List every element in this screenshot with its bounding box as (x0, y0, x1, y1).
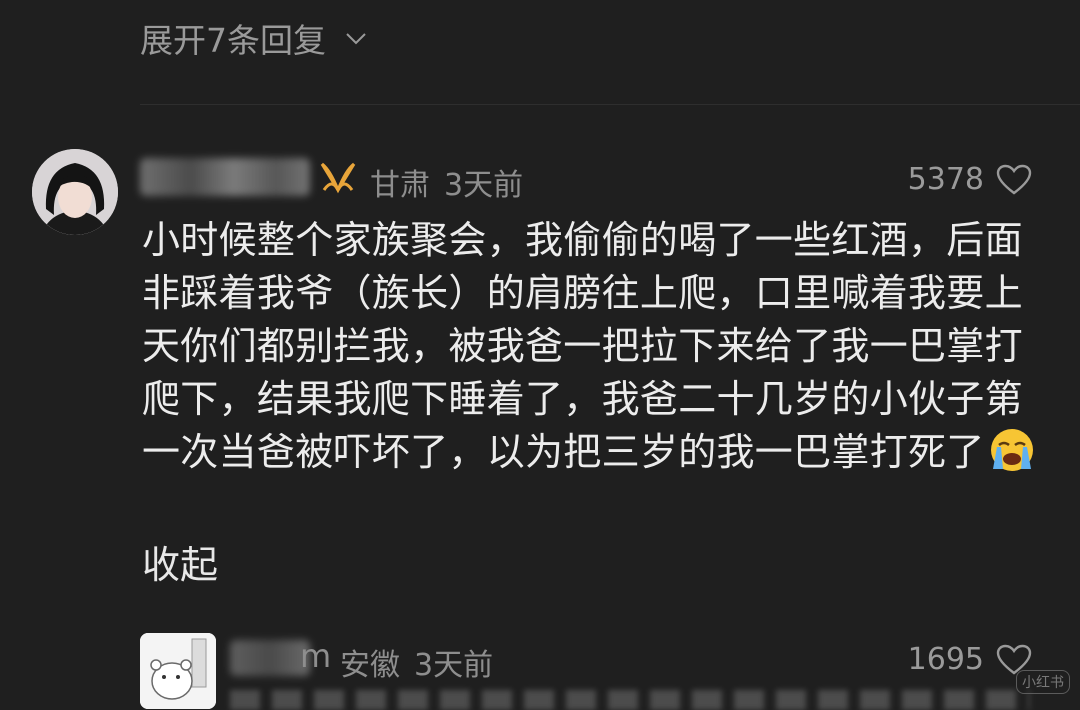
like-button[interactable]: 5378 (908, 162, 1032, 197)
username-visible-part[interactable]: m (300, 637, 331, 675)
heart-icon (996, 164, 1032, 195)
comment-time: 3天前 (414, 648, 494, 683)
expand-replies-label: 展开7条回复 (140, 21, 326, 60)
chevron-down-icon (346, 33, 366, 45)
like-count: 5378 (907, 162, 984, 197)
comment-location: 安徽 (340, 648, 400, 683)
comment-meta: 安徽 3天前 (340, 640, 493, 684)
comment-location: 甘肃 (370, 168, 430, 203)
avatar[interactable] (140, 633, 216, 709)
username[interactable] (230, 640, 310, 676)
comment-meta: 甘肃 3天前 (370, 160, 523, 204)
username[interactable] (140, 158, 310, 196)
comment-body: 小时候整个家族聚会，我偷偷的喝了一些红酒，后面非踩着我爷（族长）的肩膀往上爬，口… (142, 214, 1042, 479)
like-button[interactable]: 1695 (908, 642, 1032, 677)
comment-time: 3天前 (444, 168, 524, 203)
fan-badge-icon (320, 162, 356, 194)
expand-replies-button[interactable]: 展开7条回复 (140, 14, 368, 62)
divider (140, 104, 1080, 105)
like-count: 1695 (907, 642, 984, 677)
comment-body-partial (230, 690, 1030, 710)
comment-text: 小时候整个家族聚会，我偷偷的喝了一些红酒，后面非踩着我爷（族长）的肩膀往上爬，口… (142, 218, 1023, 474)
avatar[interactable] (32, 149, 118, 235)
collapse-button[interactable]: 收起 (142, 534, 218, 589)
loudly-crying-face-icon (990, 429, 1033, 471)
watermark: 小红书 (1016, 670, 1070, 694)
